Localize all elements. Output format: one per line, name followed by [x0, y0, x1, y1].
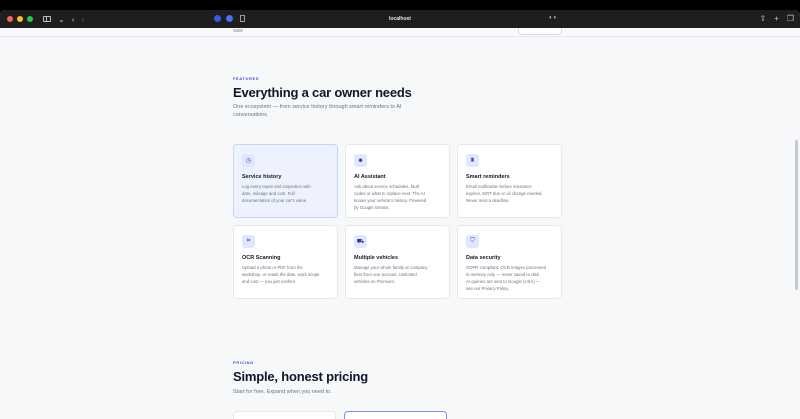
feature-card-description-line: Email notification before insurance — [466, 184, 532, 189]
pricing-eyebrow: PRICING — [233, 360, 254, 365]
features-grid: ◷ Service history Log every repair and ins… — [233, 144, 562, 299]
feature-card-description-line: date, mileage and cost. Full — [242, 191, 295, 196]
feature-card-description: Upload a photo or PDF from the workshop. … — [242, 264, 329, 285]
browser-window: ⌄ ‹ › localhost ◐◑ ⇧ + ❐ FEATURES Everyt… — [0, 10, 800, 419]
sidebar-toggle-icon[interactable] — [43, 16, 51, 22]
feature-card-description-line: and cost — you just confirm. — [242, 279, 297, 284]
page-content: FEATURES Everything a car owner needs On… — [0, 28, 800, 419]
feature-card-description-line: see our Privacy Policy. — [466, 286, 510, 291]
new-tab-icon[interactable]: + — [774, 14, 779, 23]
zoom-window-button[interactable] — [27, 16, 33, 22]
shield-icon: ⛉ — [466, 235, 479, 248]
scan-icon: ⌗ — [242, 235, 255, 248]
back-icon[interactable]: ‹ — [72, 15, 75, 24]
feature-card-description-line: GDPR compliant. OCR images processed — [466, 265, 546, 270]
car-icon: ⛟ — [354, 235, 367, 248]
features-title: Everything a car owner needs — [233, 85, 412, 100]
feature-card-description-line: Ask about service schedules, fault — [354, 184, 419, 189]
feature-card-description-line: Upload a photo or PDF from the — [242, 265, 303, 270]
feature-card-description: Manage your whole family or company fleet… — [354, 264, 441, 285]
feature-card-description-line: codes or what to replace next. The AI — [354, 191, 425, 196]
close-window-button[interactable] — [7, 16, 13, 22]
feature-card-description-line: workshop. AI reads the date, work scope — [242, 272, 320, 277]
extension-icon[interactable] — [214, 15, 221, 22]
feature-card-title: Service history — [242, 174, 282, 180]
feature-card-description-line: knows your vehicle's history. Powered — [354, 198, 427, 203]
feature-card-description: Email notification before insurance expir… — [466, 183, 553, 204]
feature-card-description-line: Log every repair and inspection with — [242, 184, 311, 189]
feature-card-title: OCR Scanning — [242, 255, 281, 261]
features-header: FEATURES Everything a car owner needs On… — [233, 76, 412, 119]
feature-card-description-line: AI queries are sent to Google (USA) — — [466, 279, 541, 284]
feature-card[interactable]: ◷ Service history Log every repair and ins… — [233, 144, 338, 218]
feature-card-title: Multiple vehicles — [354, 255, 399, 261]
browser-titlebar: ⌄ ‹ › localhost ◐◑ ⇧ + ❐ — [0, 10, 800, 28]
feature-card-description-line: Never miss a deadline. — [466, 198, 510, 203]
tabs-overview-icon[interactable]: ❐ — [787, 14, 794, 23]
header-button[interactable] — [518, 28, 562, 35]
feature-card-description-line: fleet from one account. Unlimited — [354, 272, 417, 277]
share-icon[interactable]: ⇧ — [759, 14, 766, 23]
scrollbar[interactable] — [795, 140, 798, 290]
feature-card-description: Log every repair and inspection with date… — [242, 183, 329, 204]
feature-card-title: AI Assistant — [354, 174, 386, 180]
feature-card-description: GDPR compliant. OCR images processed in m… — [466, 264, 553, 292]
bell-icon: ♜ — [466, 154, 479, 167]
features-lead-line2: conversations. — [233, 112, 269, 118]
pricing-lead: Start for free. Expand when you need to. — [233, 389, 332, 395]
feature-card-description-line: vehicles on Premium. — [354, 279, 396, 284]
pricing-title: Simple, honest pricing — [233, 369, 369, 384]
clock-icon: ◷ — [242, 154, 255, 167]
pricing-header: PRICING Simple, honest pricing Start for… — [233, 360, 368, 396]
feature-card-description-line: documentation of your car's value. — [242, 198, 308, 203]
robot-icon: ☻ — [354, 154, 367, 167]
pricing-cards: Free Premium — [233, 411, 447, 419]
feature-card[interactable]: ⛟ Multiple vehicles Manage your whole fami… — [345, 225, 450, 299]
features-eyebrow: FEATURES — [233, 76, 260, 81]
feature-card-description-line: Manage your whole family or company — [354, 265, 428, 270]
feature-card-description-line: by Google Gemini. — [354, 205, 390, 210]
forward-icon[interactable]: › — [81, 15, 84, 24]
feature-card-description-line: expires, MOT due or oil change needed. — [466, 191, 543, 196]
pricing-card-free[interactable]: Free — [233, 411, 336, 419]
feature-card-title: Data security — [466, 255, 501, 261]
feature-card[interactable]: ⌗ OCR Scanning Upload a photo or PDF from … — [233, 225, 338, 299]
reader-icon[interactable]: ◐◑ — [549, 15, 556, 21]
header-strip — [0, 28, 800, 37]
page-icon[interactable] — [240, 15, 245, 22]
features-lead-line1: One ecosystem — from service history thr… — [233, 104, 402, 110]
feature-card-title: Smart reminders — [466, 174, 510, 180]
feature-card-description-line: in memory only — never saved to disk. — [466, 272, 541, 277]
feature-card-description: Ask about service schedules, fault codes … — [354, 183, 441, 211]
pricing-card-premium[interactable]: Premium — [344, 411, 447, 419]
feature-card[interactable]: ☻ AI Assistant Ask about service schedules… — [345, 144, 450, 218]
address-bar[interactable]: localhost — [0, 16, 800, 22]
feature-card[interactable]: ♜ Smart reminders Email notification befor… — [457, 144, 562, 218]
logo-fragment — [233, 29, 243, 32]
extension-icon[interactable] — [226, 15, 233, 22]
feature-card[interactable]: ⛉ Data security GDPR compliant. OCR images… — [457, 225, 562, 299]
minimize-window-button[interactable] — [17, 16, 23, 22]
chevron-down-icon[interactable]: ⌄ — [58, 15, 65, 24]
